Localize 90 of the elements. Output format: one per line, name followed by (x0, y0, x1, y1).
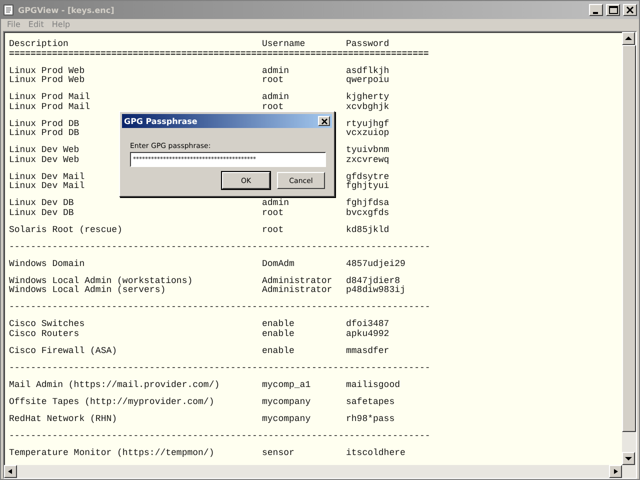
username-text: root (262, 76, 284, 86)
username-text: Administrator (262, 286, 332, 296)
password-text: rh98*pass (346, 414, 395, 424)
description-text: Windows Local Admin (workstations) (9, 276, 193, 286)
description-text: Cisco Switches (9, 320, 85, 330)
column-header: Password (346, 40, 390, 50)
horizontal-scrollbar[interactable] (4, 465, 636, 478)
password-text: xcvbghjk (346, 102, 390, 112)
username-text: Administrator (262, 276, 332, 286)
username-text: mycompany (262, 398, 311, 407)
username-text: admin (262, 93, 290, 102)
password-text: 4857udjei29 (346, 260, 406, 269)
separator-line: ============================================================================== (9, 50, 430, 59)
description-text: Windows Local Admin (servers) (9, 286, 166, 296)
password-text: safetapes (346, 398, 395, 407)
password-text: gfdsytre (346, 172, 390, 182)
close-icon (626, 6, 634, 14)
password-text: qwerpoiu (346, 76, 390, 86)
password-text: apku4992 (346, 330, 390, 339)
left-arrow-icon (7, 469, 14, 474)
description-text: Cisco Firewall (ASA) (9, 346, 118, 356)
close-button[interactable] (623, 4, 637, 16)
minimize-button[interactable] (589, 4, 603, 16)
password-text: d847jdier8 (346, 276, 400, 286)
separator-line: ------------------------------------------------------------------------------ (9, 242, 432, 252)
username-text: root (262, 208, 284, 218)
username-text: enable (262, 346, 294, 356)
username-text: DomAdm (262, 260, 294, 269)
scroll-right-button[interactable] (609, 465, 622, 478)
column-header: Username (262, 40, 306, 50)
username-text: enable (262, 330, 294, 339)
username-text: admin (262, 66, 290, 76)
down-arrow-icon (625, 456, 632, 461)
password-text: bvcxgfds (346, 208, 390, 218)
description-text: Linux Prod Web (9, 66, 85, 76)
maximize-icon (608, 6, 618, 14)
description-text: Solaris Root (rescue) (9, 226, 122, 235)
maximize-button[interactable] (606, 4, 620, 16)
password-text: tyuivbnm (346, 146, 390, 156)
description-text: Linux Prod DB (9, 129, 80, 138)
username-text: mycomp_a1 (262, 380, 311, 390)
password-text: mailisgood (346, 380, 400, 390)
password-text: asdflkjh (346, 66, 390, 76)
description-text: RedHat Network (RHN) (9, 414, 118, 424)
password-text: itscoldhere (346, 448, 406, 458)
scroll-down-button[interactable] (622, 452, 635, 465)
description-text: Linux Prod DB (9, 120, 80, 128)
description-text: Linux Prod Mail (9, 102, 90, 112)
separator-line: ------------------------------------------------------------------------------ (9, 432, 432, 441)
separator-line: ------------------------------------------------------------------------------ (9, 364, 432, 373)
description-text: Linux Dev Web (9, 156, 80, 165)
password-text: fghjfdsa (346, 199, 390, 208)
description-text: Offsite Tapes (http://myprovider.com/) (9, 398, 214, 407)
window-title: GPGView - [keys.enc] (18, 6, 116, 14)
scroll-up-button[interactable] (622, 32, 635, 45)
separator-line: ------------------------------------------------------------------------------ (9, 303, 432, 312)
description-text: Cisco Routers (9, 330, 80, 339)
column-header: Description (9, 40, 68, 50)
description-text: Linux Dev Mail (9, 172, 85, 182)
password-text: kd85jkld (346, 226, 390, 235)
description-text: Linux Dev DB (9, 208, 74, 218)
right-arrow-icon (612, 469, 619, 474)
description-text: Temperature Monitor (https://tempmon/) (9, 448, 214, 458)
password-text: p48diw983ij (346, 286, 406, 296)
up-arrow-icon (625, 36, 632, 41)
username-text: root (262, 102, 284, 112)
document-icon (3, 4, 15, 16)
description-text: Linux Dev Web (9, 146, 80, 156)
description-text: Mail Admin (https://mail.provider.com/) (9, 380, 220, 390)
scroll-left-button[interactable] (4, 465, 17, 478)
password-text: zxcvrewq (346, 156, 390, 165)
description-text: Linux Prod Web (9, 76, 85, 86)
close-button[interactable] (318, 116, 330, 126)
description-text: Windows Domain (9, 260, 85, 269)
description-text: Linux Dev Mail (9, 182, 85, 192)
dialog-title: GPG Passphrase (124, 116, 198, 126)
password-text: rtyujhgf (346, 120, 390, 128)
description-text: Linux Prod Mail (9, 93, 90, 102)
username-text: mycompany (262, 414, 311, 424)
username-text: admin (262, 199, 290, 208)
username-text: enable (262, 320, 294, 330)
close-icon (320, 118, 328, 124)
username-text: root (262, 226, 284, 235)
password-text: dfoi3487 (346, 320, 390, 330)
password-text: fghjtyui (346, 182, 390, 192)
password-text: mmasdfer (346, 346, 390, 356)
password-text: kjgherty (346, 93, 390, 102)
password-text: vcxzuiop (346, 129, 390, 138)
username-text: sensor (262, 448, 294, 458)
description-text: Linux Dev DB (9, 199, 74, 208)
